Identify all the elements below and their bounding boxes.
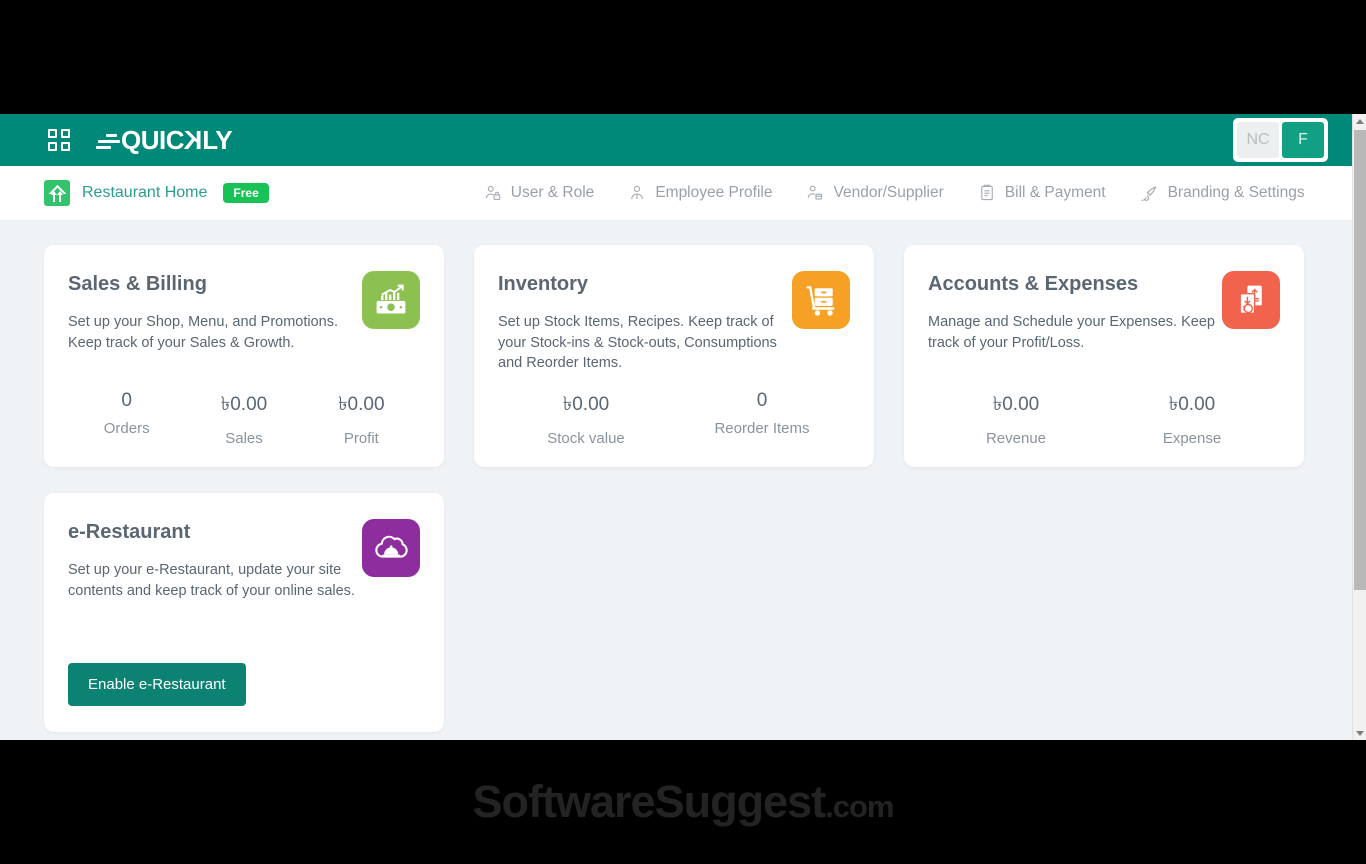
stat-value: ৳0.00 [562,394,610,415]
dashboard-row-1: Sales & Billing Set up your Shop, Menu, … [44,245,1308,467]
stat-label: Reorder Items [714,420,810,437]
stat-orders: 0 Orders [68,390,185,447]
logo-wordmark: QUICKLY [121,125,233,155]
accounts-documents-icon [1222,271,1280,329]
inventory-trolley-icon [792,271,850,329]
grid-cell [61,129,70,138]
currency-toggle-nc[interactable]: NC [1237,122,1279,158]
stat-profit: ৳0.00 Profit [303,390,420,447]
user-lock-icon [485,185,501,200]
dashboard-row-2: e-Restaurant Set up your e-Restaurant, u… [44,493,1308,732]
nav-restaurant-home[interactable]: Restaurant Home Free [44,180,269,206]
card-description: Manage and Schedule your Expenses. Keep … [928,314,1215,351]
currency-toggle[interactable]: NC F [1233,118,1328,162]
stat-expense: ৳0.00 Expense [1104,390,1280,447]
nav-item-label: Branding & Settings [1167,184,1305,201]
speed-lines-icon [96,132,120,149]
money-growth-icon [362,271,420,329]
nav-items: User & Role Employee Profile Vendor/Supp… [484,184,1305,203]
stat-reorder-items: 0 Reorder Items [674,390,850,447]
watermark-text: SoftwareSuggest.com [472,776,895,828]
currency-toggle-f[interactable]: F [1282,122,1324,158]
card-accounts-expenses[interactable]: Accounts & Expenses Manage and Schedule … [904,245,1304,467]
app-header-right: NC F [1233,118,1328,162]
plan-badge-free[interactable]: Free [223,183,269,203]
watermark-name: SoftwareSuggest [472,776,827,827]
card-title: Accounts & Expenses [928,273,1139,295]
grid-cell [48,142,57,151]
card-e-restaurant[interactable]: e-Restaurant Set up your e-Restaurant, u… [44,493,444,732]
stat-value: ৳0.00 [220,394,268,415]
scroll-down-arrow-icon[interactable] [1353,726,1366,740]
grid-apps-icon[interactable] [48,129,70,151]
card-description: Set up your Shop, Menu, and Promotions. … [68,314,339,351]
card-inventory[interactable]: Inventory Set up Stock Items, Recipes. K… [474,245,874,467]
nav-item-bill-payment[interactable]: Bill & Payment [978,184,1106,202]
watermark-domain: .com [825,789,894,824]
enable-e-restaurant-button[interactable]: Enable e-Restaurant [68,663,246,706]
stat-value: ৳0.00 [338,394,385,415]
main-navigation-bar: Restaurant Home Free User & Role Employe… [0,166,1352,221]
stat-label: Revenue [985,430,1047,447]
app-header-bar: QUICKLY NC F [0,114,1352,166]
stat-value: 0 [756,390,768,411]
money-growth-glyph [376,284,406,314]
watermark: SoftwareSuggest.com [0,740,1366,864]
nav-restaurant-home-label: Restaurant Home [82,184,208,201]
stat-value: ৳0.00 [1168,394,1216,415]
card-title: Sales & Billing [68,273,207,295]
card-title: e-Restaurant [68,521,191,543]
stat-label: Stock value [547,430,625,447]
card-title: Inventory [498,273,589,295]
nav-item-branding-settings[interactable]: Branding & Settings [1140,184,1305,203]
nav-item-vendor-supplier[interactable]: Vendor/Supplier [806,184,944,202]
card-stats: 0 Orders ৳0.00 Sales ৳0.00 Profit [68,390,420,447]
paint-brush-icon [1141,185,1156,201]
grid-cell [48,129,57,138]
quickly-logo[interactable]: QUICKLY [96,125,233,155]
stat-value: ৳0.00 [992,394,1040,415]
accounts-documents-glyph [1239,285,1262,315]
scroll-up-arrow-icon[interactable] [1353,114,1366,128]
dashboard-content: Sales & Billing Set up your Shop, Menu, … [0,221,1352,740]
nav-item-label: Employee Profile [655,184,773,201]
card-description: Set up Stock Items, Recipes. Keep track … [498,314,777,371]
inventory-trolley-glyph [806,286,835,316]
stat-label: Sales [225,430,263,447]
nav-item-user-role[interactable]: User & Role [484,184,595,202]
nav-item-label: Bill & Payment [1004,184,1106,201]
cloud-cloche-icon [362,519,420,577]
vertical-scrollbar[interactable] [1352,114,1366,740]
card-stats: ৳0.00 Stock value 0 Reorder Items [498,390,850,447]
user-box-icon [808,185,823,200]
nav-item-employee-profile[interactable]: Employee Profile [628,184,772,202]
stat-value: 0 [121,390,132,411]
stat-stock-value: ৳0.00 Stock value [498,390,674,447]
home-growth-icon [44,180,70,206]
stat-sales: ৳0.00 Sales [185,390,302,447]
card-description: Set up your e-Restaurant, update your si… [68,562,355,599]
invoice-icon [980,184,993,201]
stat-label: Expense [1162,430,1222,447]
card-sales-billing[interactable]: Sales & Billing Set up your Shop, Menu, … [44,245,444,467]
stat-label: Profit [343,430,379,447]
nav-item-label: User & Role [510,184,595,201]
grid-cell [61,142,70,151]
stat-revenue: ৳0.00 Revenue [928,390,1104,447]
user-icon [631,185,644,200]
screenshot-root: QUICKLY NC F Restaurant Home Free User &… [0,0,1366,864]
browser-viewport: QUICKLY NC F Restaurant Home Free User &… [0,114,1366,740]
nav-item-label: Vendor/Supplier [833,184,944,201]
card-stats: ৳0.00 Revenue ৳0.00 Expense [928,390,1280,447]
stat-label: Orders [103,420,150,437]
cloud-cloche-glyph [375,535,408,558]
scrollbar-thumb[interactable] [1354,130,1366,590]
